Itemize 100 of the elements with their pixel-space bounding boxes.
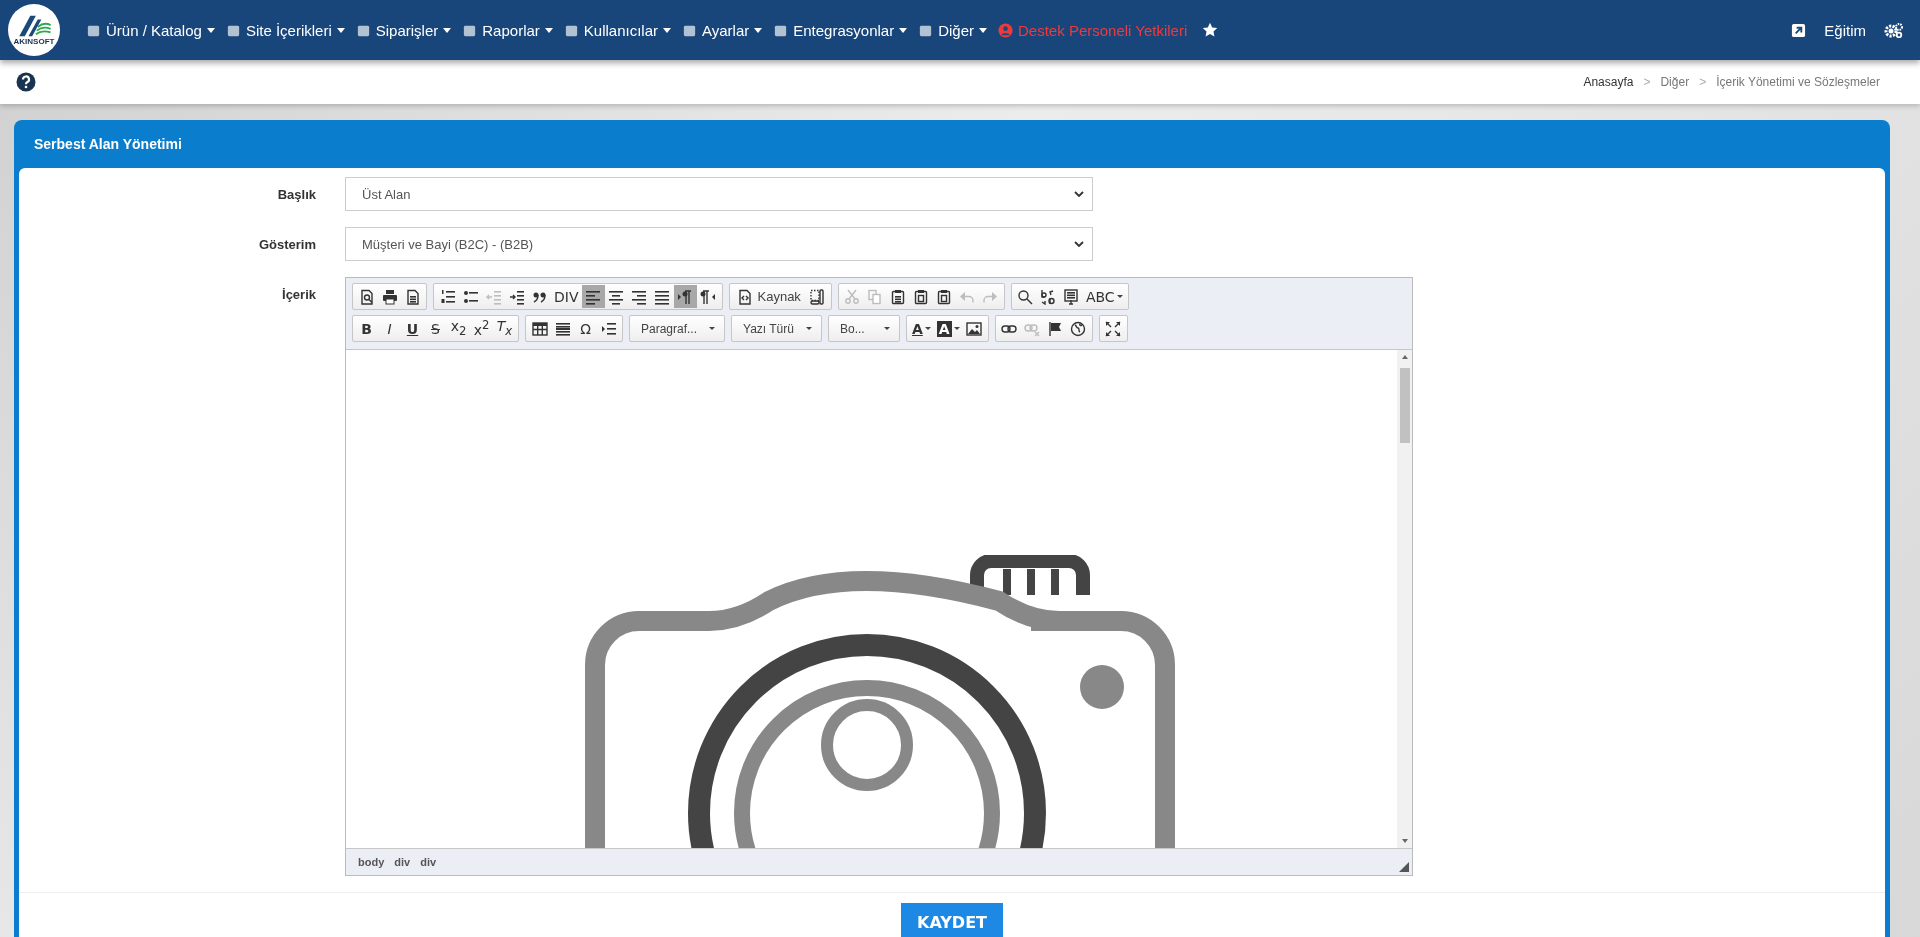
caret-icon bbox=[663, 27, 671, 33]
element-path-link[interactable]: body bbox=[358, 856, 385, 868]
caret-icon bbox=[924, 327, 931, 330]
document-icon bbox=[404, 288, 421, 305]
save-button[interactable]: KAYDET bbox=[901, 903, 1003, 937]
clipboard-icon bbox=[913, 288, 930, 305]
training-link[interactable]: Eğitim bbox=[1824, 21, 1866, 39]
caret-icon bbox=[336, 27, 345, 33]
logo-text: AKINSOFT bbox=[13, 38, 55, 46]
breadcrumb-link[interactable]: İçerik Yönetimi ve Sözleşmeler bbox=[1716, 75, 1880, 89]
caret-icon bbox=[206, 27, 215, 33]
select-field[interactable]: Müşteri ve Bayi (B2C) - (B2B) bbox=[345, 227, 1093, 261]
caret-icon bbox=[953, 327, 960, 330]
settings-icon[interactable] bbox=[1884, 22, 1904, 38]
editor-content[interactable] bbox=[346, 349, 1412, 849]
help-icon[interactable] bbox=[16, 72, 36, 92]
scissors-icon bbox=[844, 288, 861, 305]
toolbar-button[interactable]: B bbox=[355, 317, 378, 340]
code-file-icon bbox=[736, 288, 753, 305]
toolbar-button[interactable]: Ω bbox=[574, 317, 597, 340]
toolbar-dropdown[interactable]: Yazı Türü bbox=[734, 317, 819, 340]
field-label: Gösterim bbox=[257, 236, 317, 252]
caret-icon bbox=[544, 27, 553, 33]
indent-block-icon bbox=[600, 320, 617, 337]
breadcrumb-link[interactable]: Diğer bbox=[1660, 75, 1690, 89]
blocks-icon bbox=[809, 288, 826, 305]
panel-title: Serbest Alan Yönetimi bbox=[34, 136, 182, 152]
menu-item[interactable]: Raporlar bbox=[462, 21, 553, 39]
toolbar-dropdown[interactable]: Bo... bbox=[830, 317, 897, 340]
caret-icon bbox=[709, 327, 716, 330]
chevron-down-icon bbox=[1074, 191, 1084, 197]
menu-item[interactable]: Kullanıcılar bbox=[563, 21, 671, 39]
align-right-icon bbox=[631, 288, 647, 305]
toolbar-dropdown[interactable]: Paragraf... bbox=[632, 317, 723, 340]
breadcrumb-link[interactable]: Anasayfa bbox=[1583, 75, 1634, 89]
justify-icon bbox=[654, 288, 670, 305]
caret-icon bbox=[899, 27, 908, 33]
menu-item[interactable]: Diğer bbox=[918, 21, 988, 39]
caret-icon bbox=[883, 327, 890, 330]
menu-item[interactable]: Site İçerikleri bbox=[225, 21, 345, 39]
toolbar-button[interactable] bbox=[673, 285, 697, 308]
toolbar-button[interactable]: A bbox=[908, 317, 934, 340]
indent-icon bbox=[508, 288, 525, 305]
toolbar-button[interactable]: S bbox=[424, 317, 447, 340]
toolbar-button[interactable]: I bbox=[378, 317, 401, 340]
breadcrumb-separator: > bbox=[1699, 75, 1707, 89]
caret-icon bbox=[754, 27, 763, 33]
select-all-icon bbox=[1063, 288, 1080, 305]
align-center-icon bbox=[608, 288, 624, 305]
chevron-down-icon bbox=[1074, 241, 1084, 247]
right-to-left-icon bbox=[700, 288, 716, 305]
image-icon bbox=[966, 320, 983, 337]
scrollbar[interactable] bbox=[1397, 350, 1412, 848]
scrollbar-thumb[interactable] bbox=[1399, 368, 1410, 443]
copy-icon bbox=[867, 288, 884, 305]
bullet-list-icon bbox=[462, 288, 479, 305]
outdent-icon bbox=[485, 288, 502, 305]
menu-item[interactable]: Ayarlar bbox=[682, 21, 763, 39]
caret-icon bbox=[1116, 295, 1123, 298]
toolbar-button[interactable] bbox=[581, 285, 605, 308]
toolbar-button[interactable]: U bbox=[401, 317, 424, 340]
select-field[interactable]: Üst Alan bbox=[345, 177, 1093, 211]
element-path-link[interactable]: div bbox=[394, 856, 411, 868]
select-value: Üst Alan bbox=[362, 186, 411, 202]
printer-icon bbox=[381, 288, 398, 305]
replace-icon bbox=[1040, 288, 1057, 305]
numbered-list-icon bbox=[439, 288, 456, 305]
clipboard-icon bbox=[936, 288, 953, 305]
toolbar-button[interactable]: A bbox=[933, 317, 963, 340]
toolbar-button[interactable]: ABC bbox=[1082, 285, 1126, 308]
field-label: İçerik bbox=[281, 286, 317, 302]
element-path-link[interactable]: div bbox=[420, 856, 437, 868]
star-icon[interactable] bbox=[1202, 22, 1219, 38]
user-circle-icon bbox=[998, 22, 1014, 38]
table-icon bbox=[531, 320, 548, 337]
menu-item[interactable]: Siparişler bbox=[355, 21, 452, 39]
logo[interactable]: AKINSOFT bbox=[8, 4, 60, 56]
toolbar-button[interactable]: DIV bbox=[551, 285, 582, 308]
external-link-icon[interactable] bbox=[1791, 22, 1807, 38]
clipboard-icon bbox=[890, 288, 907, 305]
preview-icon bbox=[358, 288, 375, 305]
caret-icon bbox=[443, 27, 452, 33]
search-icon bbox=[1017, 288, 1034, 305]
align-left-icon bbox=[585, 288, 601, 305]
left-to-right-icon bbox=[677, 288, 693, 305]
expand-icon bbox=[1105, 320, 1122, 337]
caret-icon bbox=[979, 27, 988, 33]
menu-item[interactable]: Entegrasyonlar bbox=[773, 21, 908, 39]
menu-item[interactable]: Ürün / Katalog bbox=[86, 21, 215, 39]
field-label: Başlık bbox=[276, 186, 317, 202]
select-value: Müşteri ve Bayi (B2C) - (B2B) bbox=[362, 236, 534, 252]
toolbar-button[interactable]: x$_{2}$ bbox=[447, 317, 470, 340]
flag-icon bbox=[1047, 320, 1064, 337]
horizontal-line-icon bbox=[554, 320, 571, 337]
resize-grip-icon[interactable] bbox=[1399, 862, 1409, 872]
toolbar-button[interactable]: Kaynak bbox=[731, 285, 806, 308]
breadcrumb-separator: > bbox=[1643, 75, 1651, 89]
toolbar-button[interactable]: x$^{2}$ bbox=[470, 317, 493, 340]
caret-icon bbox=[805, 327, 812, 330]
toolbar-button[interactable]: T$_{x}$ bbox=[493, 317, 516, 340]
